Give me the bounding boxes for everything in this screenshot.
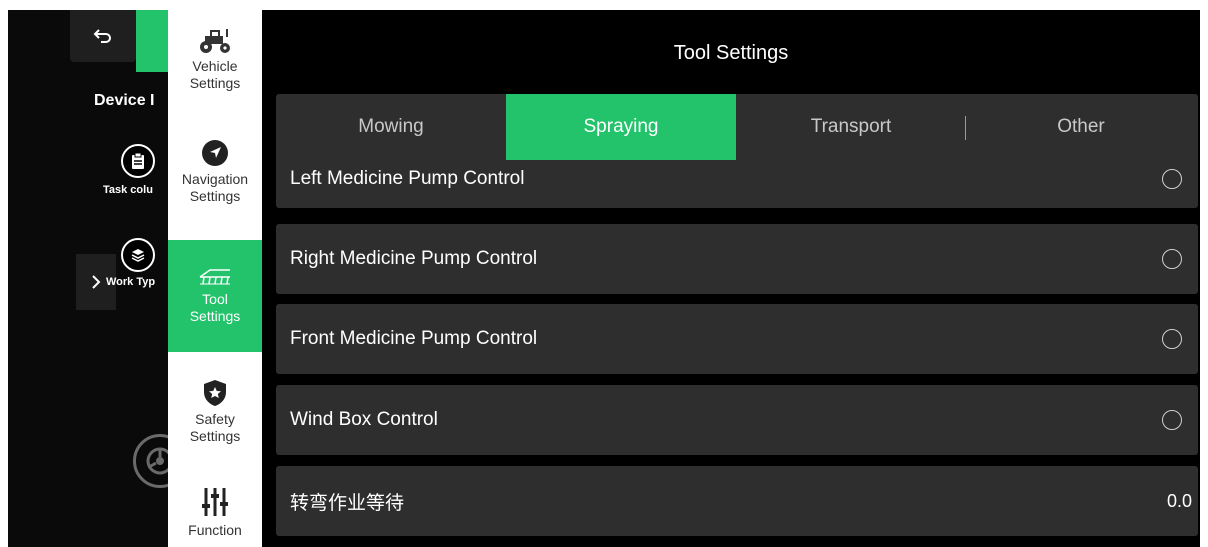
tractor-icon <box>197 28 233 54</box>
tab-label: Other <box>1057 116 1105 137</box>
wind-box-radio[interactable] <box>1162 410 1182 430</box>
device-panel: Device I Task colu Work Typ <box>8 10 187 547</box>
nav-label: Function <box>188 521 242 538</box>
turn-wait-value[interactable]: 0.0 <box>1167 466 1192 536</box>
nav-label: Settings <box>189 188 241 204</box>
setting-row-front-pump[interactable]: Front Medicine Pump Control <box>276 304 1198 374</box>
chevron-right-icon <box>92 275 101 289</box>
back-button[interactable] <box>70 10 136 62</box>
nav-label: Navigation <box>181 171 249 187</box>
page-title: Tool Settings <box>673 42 789 64</box>
setting-label: Front Medicine Pump Control <box>290 328 538 349</box>
sprayer-icon <box>196 267 234 287</box>
nav-navigation-settings[interactable]: Navigation Settings <box>168 122 262 222</box>
sliders-icon <box>201 486 229 518</box>
shield-star-icon <box>202 379 228 407</box>
back-icon <box>93 29 111 43</box>
nav-function-settings[interactable]: Function <box>168 472 262 547</box>
setting-row-right-pump[interactable]: Right Medicine Pump Control <box>276 224 1198 294</box>
setting-row-wind-box[interactable]: Wind Box Control <box>276 385 1198 455</box>
nav-label: Settings <box>189 308 241 324</box>
setting-label: Right Medicine Pump Control <box>290 248 538 269</box>
right-pump-radio[interactable] <box>1162 249 1182 269</box>
setting-row-turn-wait[interactable]: 转弯作业等待 0.0 <box>276 466 1198 536</box>
tool-tabs: Mowing Spraying Transport Other <box>276 94 1198 160</box>
tab-label: Transport <box>810 116 892 137</box>
tab-other[interactable]: Other <box>966 94 1196 160</box>
tab-label: Spraying <box>583 116 659 137</box>
setting-label: 转弯作业等待 <box>290 492 405 514</box>
setting-label: Wind Box Control <box>290 409 438 430</box>
nav-safety-settings[interactable]: Safety Settings <box>168 362 262 462</box>
device-panel-title: Device I <box>94 92 155 109</box>
work-type-label: Work Typ <box>106 276 156 288</box>
tab-spraying[interactable]: Spraying <box>506 94 736 160</box>
navigation-arrow-icon <box>201 139 229 167</box>
task-column-label: Task colu <box>103 184 153 196</box>
nav-label: Safety <box>195 411 235 427</box>
app-screen: Device I Task colu Work Typ Vehicle Sett… <box>8 10 1200 547</box>
nav-label: Tool <box>202 291 228 307</box>
active-indicator <box>136 10 168 72</box>
nav-label: Vehicle <box>192 58 238 74</box>
tab-label: Mowing <box>358 116 424 137</box>
front-pump-radio[interactable] <box>1162 329 1182 349</box>
nav-label: Settings <box>189 75 241 91</box>
tab-transport[interactable]: Transport <box>736 94 966 160</box>
nav-label: Settings <box>189 428 241 444</box>
left-pump-radio[interactable] <box>1162 169 1182 189</box>
settings-nav: Vehicle Settings Navigation Settings Too… <box>168 10 262 547</box>
work-type-icon[interactable] <box>121 238 155 272</box>
task-column-icon[interactable] <box>121 144 155 178</box>
nav-tool-settings[interactable]: Tool Settings <box>168 240 262 352</box>
tab-mowing[interactable]: Mowing <box>276 94 506 160</box>
nav-vehicle-settings[interactable]: Vehicle Settings <box>168 10 262 110</box>
